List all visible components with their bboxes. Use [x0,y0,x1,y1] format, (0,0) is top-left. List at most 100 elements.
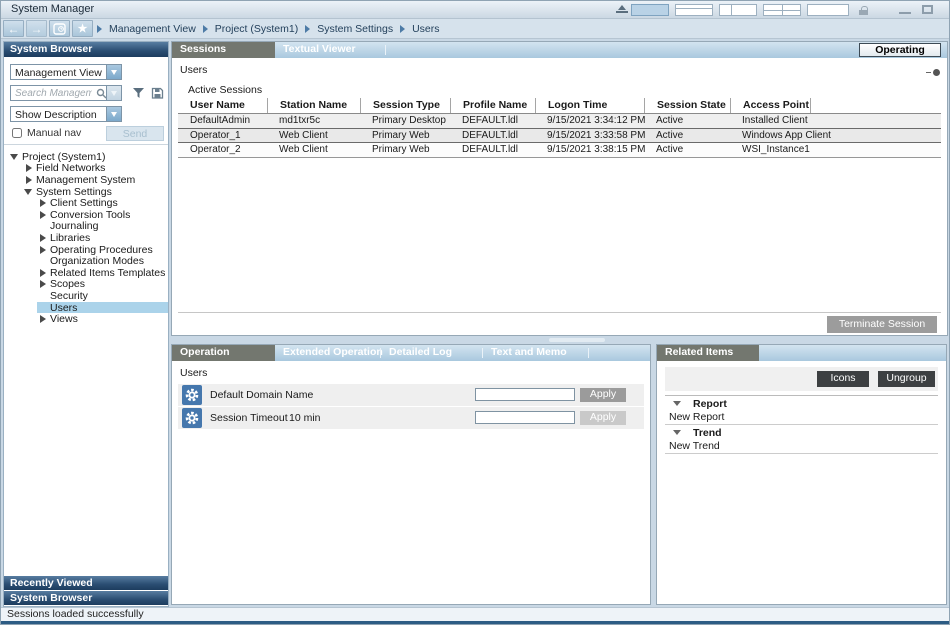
collapse-icon[interactable] [38,210,50,220]
forward-button[interactable]: → [26,20,47,37]
collapse-icon[interactable] [38,233,50,243]
apply-button[interactable]: Apply [580,388,626,402]
collapse-icon[interactable] [38,314,50,324]
terminate-session-button[interactable]: Terminate Session [827,316,937,333]
section-title: Active Sessions [188,84,262,96]
send-button[interactable]: Send [106,126,164,141]
tree-item-security[interactable]: Security [4,290,168,302]
column-header-profile-name[interactable]: Profile Name [450,98,535,113]
tree-item-scopes[interactable]: Scopes [4,279,168,291]
tree-item-organization-modes[interactable]: Organization Modes [4,255,168,267]
apply-button-disabled[interactable]: Apply [580,411,626,425]
window-title: System Manager [11,3,94,15]
session-timeout-input[interactable] [475,411,575,424]
operating-mode-button[interactable]: Operating [859,43,941,57]
display-mode-dropdown[interactable]: Show Description [10,106,122,122]
default-domain-name-input[interactable] [475,388,575,401]
column-header-session-state[interactable]: Session State [644,98,730,113]
session-row[interactable]: Operator_2 Web Client Primary Web DEFAUL… [178,143,941,158]
cell-station-name: Web Client [267,143,360,157]
session-row-selected[interactable]: Operator_1 Web Client Primary Web DEFAUL… [178,128,941,143]
collapse-panes-icon[interactable] [616,5,628,14]
tree-item-users[interactable]: Users [4,302,168,314]
expand-icon[interactable] [10,152,22,162]
tree-item-related-items-templates[interactable]: Related Items Templates [4,267,168,279]
horizontal-splitter-handle[interactable] [549,338,605,342]
leaf-spacer [38,256,50,266]
tab-extended-operation[interactable]: Extended Operation [275,345,380,361]
tree-item-management-system[interactable]: Management System [4,174,168,186]
table-footer-divider [178,312,941,313]
manual-nav-checkbox[interactable] [12,128,22,138]
maximize-icon[interactable] [922,5,933,14]
tree-item-conversion-tools[interactable]: Conversion Tools [4,209,168,221]
tree-item-operating-procedures[interactable]: Operating Procedures [4,244,168,256]
tree-item-journaling[interactable]: Journaling [4,221,168,233]
ungroup-button[interactable]: Ungroup [878,371,935,387]
layout-preset-button-1[interactable] [631,4,669,16]
tab-sessions[interactable]: Sessions [172,42,275,58]
tree-item-system-settings[interactable]: System Settings [4,186,168,198]
save-icon[interactable] [151,87,164,102]
tree-item-label: Client Settings [50,197,118,209]
breadcrumb-project[interactable]: Project (System1) [215,23,298,35]
collapse-icon[interactable] [24,175,36,185]
icons-button[interactable]: Icons [817,371,869,387]
tab-operation[interactable]: Operation [172,345,275,361]
view-selector-dropdown[interactable]: Management View [10,64,122,80]
collapse-icon[interactable] [38,268,50,278]
history-icon [53,23,66,35]
favorites-button[interactable]: ★ [72,20,93,37]
tree-item-label: Related Items Templates [50,267,165,279]
tab-text-and-memo[interactable]: Text and Memo [483,345,588,361]
cell-session-state: Active [644,114,730,128]
breadcrumb-users[interactable]: Users [412,23,439,35]
collapse-icon[interactable] [38,245,50,255]
breadcrumb-system-settings[interactable]: System Settings [317,23,393,35]
tab-related-items[interactable]: Related Items [657,345,759,361]
tree-item-client-settings[interactable]: Client Settings [4,197,168,209]
pane-splitter-handle[interactable] [926,69,940,76]
tree-item-field-networks[interactable]: Field Networks [4,163,168,175]
back-button[interactable]: ← [3,20,24,37]
expand-icon[interactable] [24,187,36,197]
tree-item-label: Project (System1) [22,151,105,163]
lock-icon[interactable] [859,6,868,15]
column-header-station-name[interactable]: Station Name [267,98,360,113]
search-input[interactable] [10,85,107,101]
group-expand-icon[interactable] [673,401,681,406]
column-header-session-type[interactable]: Session Type [360,98,450,113]
property-name: Session Timeout [210,407,288,429]
cell-user-name: Operator_1 [178,129,267,142]
group-report[interactable]: Report [665,396,938,411]
collapse-icon[interactable] [38,279,50,289]
group-trend[interactable]: Trend [665,425,938,440]
layout-preset-button-4[interactable] [763,4,801,16]
layout-preset-button-5[interactable] [807,4,849,16]
breadcrumb-management-view[interactable]: Management View [109,23,196,35]
recently-viewed-bar[interactable]: Recently Viewed [4,576,168,590]
tree-item-views[interactable]: Views [4,313,168,325]
history-button[interactable] [49,20,70,37]
group-expand-icon[interactable] [673,430,681,435]
tab-detailed-log[interactable]: Detailed Log [381,345,482,361]
tab-textual-viewer[interactable]: Textual Viewer [275,42,385,58]
column-header-user-name[interactable]: User Name [178,98,267,113]
collapse-icon[interactable] [38,198,50,208]
minimize-icon[interactable] [899,12,911,14]
filter-icon[interactable] [132,87,145,102]
search-dropdown[interactable] [107,85,122,101]
tree-item-libraries[interactable]: Libraries [4,232,168,244]
layout-preset-button-3[interactable] [719,4,757,16]
tree-item-project[interactable]: Project (System1) [4,151,168,163]
layout-preset-button-2[interactable] [675,4,713,16]
chevron-down-icon[interactable] [106,65,121,79]
related-item-new-report[interactable]: New Report [665,411,938,425]
system-browser-bar[interactable]: System Browser [4,591,168,605]
column-header-access-point[interactable]: Access Point [730,98,810,113]
session-row[interactable]: DefaultAdmin md1txr5c Primary Desktop DE… [178,114,941,128]
related-item-new-trend[interactable]: New Trend [665,440,938,454]
collapse-icon[interactable] [24,163,36,173]
chevron-down-icon[interactable] [106,107,121,121]
column-header-logon-time[interactable]: Logon Time [535,98,644,113]
